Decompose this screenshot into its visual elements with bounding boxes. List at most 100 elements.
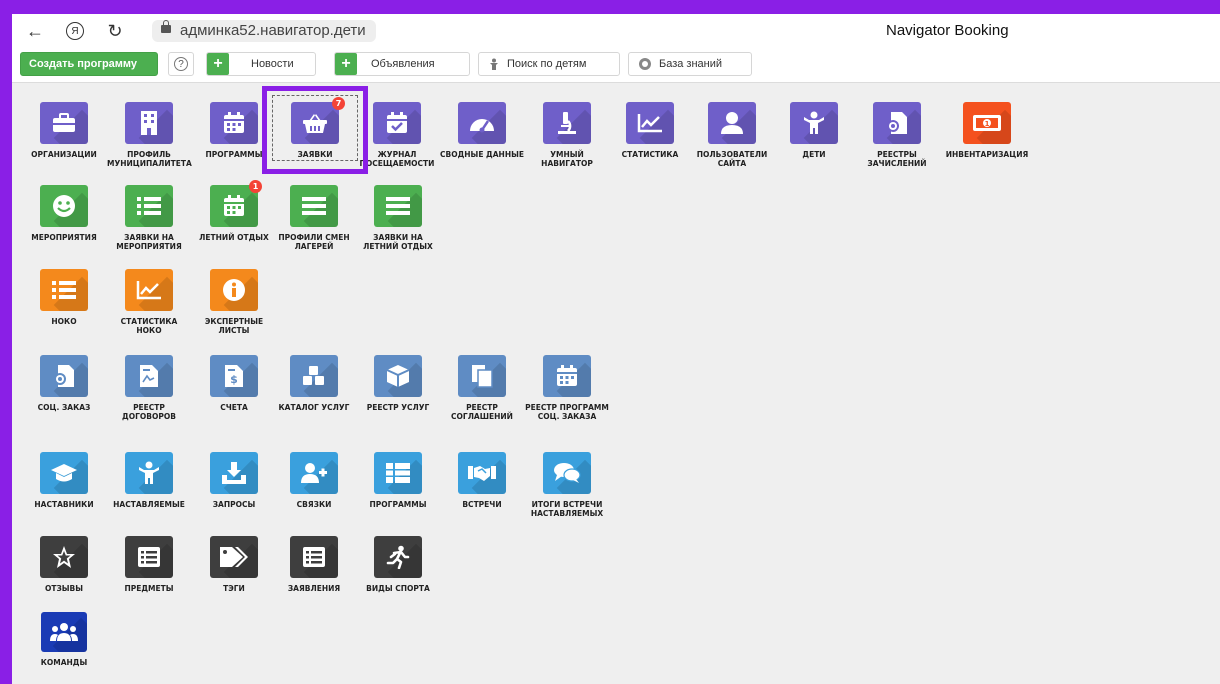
knowledge-base-button[interactable]: База знаний [628, 52, 752, 76]
tile-subjects[interactable]: ПРЕДМЕТЫ [107, 536, 191, 593]
tile-label: ЭКСПЕРТНЫЕ ЛИСТЫ [204, 317, 264, 335]
reload-button[interactable]: ↻ [102, 18, 128, 44]
tile-invoices[interactable]: $ СЧЕТА [192, 355, 276, 412]
tile-label: РЕЕСТР СОГЛАШЕНИЙ [451, 403, 513, 421]
microscope-icon [543, 102, 591, 144]
tile-summer-rest[interactable]: 1 ЛЕТНИЙ ОТДЫХ [192, 180, 276, 242]
document-icon [125, 355, 173, 397]
list-box-icon [290, 536, 338, 578]
back-button[interactable]: ← [22, 18, 48, 44]
tile-site-users[interactable]: ПОЛЬЗОВАТЕЛИ САЙТА [690, 102, 774, 168]
tile-statistics[interactable]: СТАТИСТИКА [608, 102, 692, 159]
certificate-icon [873, 102, 921, 144]
tile-sports[interactable]: ВИДЫ СПОРТА [356, 536, 440, 593]
user-icon [708, 102, 756, 144]
tile-reviews[interactable]: ОТЗЫВЫ [22, 536, 106, 593]
reload-icon: ↻ [107, 20, 123, 41]
tile-events[interactable]: МЕРОПРИЯТИЯ [22, 185, 106, 242]
tile-label: ПОЛЬЗОВАТЕЛИ САЙТА [696, 150, 768, 168]
tile-camp-profiles[interactable]: ПРОФИЛИ СМЕН ЛАГЕРЕЙ [272, 185, 356, 251]
ads-button[interactable]: + Объявления [334, 52, 470, 76]
info-icon [210, 269, 258, 311]
tile-applications[interactable]: ЗАЯВЛЕНИЯ [272, 536, 356, 593]
child-icon [125, 452, 173, 494]
tile-label: УМНЫЙ НАВИГАТОР [541, 150, 593, 168]
search-children-button[interactable]: Поиск по детям [478, 52, 620, 76]
help-button[interactable]: ? [168, 52, 194, 76]
tile-summary-data[interactable]: СВОДНЫЕ ДАННЫЕ [440, 102, 524, 159]
tile-label: ИНВЕНТАРИЗАЦИЯ [945, 150, 1029, 159]
tile-smart-navigator[interactable]: УМНЫЙ НАВИГАТОР [525, 102, 609, 168]
plus-icon: + [335, 53, 357, 75]
smiley-icon [40, 185, 88, 227]
copy-icon [458, 355, 506, 397]
tile-label: РЕЕСТРЫ ЗАЧИСЛЕНИЙ [867, 150, 927, 168]
address-text: админка52.навигатор.дети [180, 22, 366, 39]
tile-label: МЕРОПРИЯТИЯ [31, 233, 97, 242]
tile-service-catalog[interactable]: КАТАЛОГ УСЛУГ [272, 355, 356, 412]
list-box-icon [125, 536, 173, 578]
highlight-frame-left [0, 0, 12, 684]
back-arrow-icon: ← [26, 20, 44, 41]
tile-expert-sheets[interactable]: ЭКСПЕРТНЫЕ ЛИСТЫ [192, 269, 276, 335]
child-icon [489, 58, 499, 70]
tile-inventory[interactable]: 1 ИНВЕНТАРИЗАЦИЯ [942, 102, 1032, 159]
tile-queries[interactable]: ЗАПРОСЫ [192, 452, 276, 509]
users-group-icon [41, 612, 87, 652]
tile-label: ПРЕДМЕТЫ [124, 584, 174, 593]
handshake-icon [458, 452, 506, 494]
browser-bar: ← Я ↻ админка52.навигатор.дети Navigator… [12, 14, 1220, 48]
tile-event-requests[interactable]: ЗАЯВКИ НА МЕРОПРИЯТИЯ [107, 185, 191, 251]
create-program-label: Создать программу [29, 58, 138, 70]
tile-label: ПРОФИЛИ СМЕН ЛАГЕРЕЙ [278, 233, 350, 251]
focus-outline [272, 95, 358, 161]
tile-label: КОМАНДЫ [40, 658, 88, 667]
svg-text:$: $ [230, 373, 238, 386]
tile-label: ДЕТИ [802, 150, 826, 159]
money-icon: 1 [963, 102, 1011, 144]
running-icon [374, 536, 422, 578]
briefcase-icon [40, 102, 88, 144]
gauge-icon [458, 102, 506, 144]
yandex-letter: Я [71, 25, 79, 37]
tile-label: РЕЕСТР ПРОГРАММ СОЦ. ЗАКАЗА [525, 403, 609, 421]
tile-noko-statistics[interactable]: СТАТИСТИКА НОКО [107, 269, 191, 335]
tile-enrollment-registries[interactable]: РЕЕСТРЫ ЗАЧИСЛЕНИЙ [855, 102, 939, 168]
search-children-label: Поиск по детям [507, 58, 587, 70]
tile-mentees[interactable]: НАСТАВЛЯЕМЫЕ [107, 452, 191, 509]
tile-meeting-results[interactable]: ИТОГИ ВСТРЕЧИ НАСТАВЛЯЕМЫХ [525, 452, 609, 518]
tile-label: ЗАЯВКИ НА МЕРОПРИЯТИЯ [116, 233, 182, 251]
tile-label: НОКО [51, 317, 77, 326]
tile-contracts-registry[interactable]: РЕЕСТР ДОГОВОРОВ [107, 355, 191, 421]
tile-noko[interactable]: НОКО [22, 269, 106, 326]
tile-social-order[interactable]: СОЦ. ЗАКАЗ [22, 355, 106, 412]
tile-municipality-profile[interactable]: ПРОФИЛЬ МУНИЦИПАЛИТЕТА [107, 102, 192, 168]
tile-label: ЗАПРОСЫ [212, 500, 256, 509]
tile-tags[interactable]: ТЭГИ [192, 536, 276, 593]
news-button[interactable]: + Новости [206, 52, 316, 76]
summer-count-badge: 1 [249, 180, 262, 193]
tile-service-registry[interactable]: РЕЕСТР УСЛУГ [356, 355, 440, 412]
tile-links[interactable]: СВЯЗКИ [272, 452, 356, 509]
tile-label: ПРОГРАММЫ [369, 500, 427, 509]
tile-agreements-registry[interactable]: РЕЕСТР СОГЛАШЕНИЙ [440, 355, 524, 421]
tile-label: КАТАЛОГ УСЛУГ [278, 403, 350, 412]
help-icon: ? [174, 57, 188, 71]
tile-social-programs-registry[interactable]: РЕЕСТР ПРОГРАММ СОЦ. ЗАКАЗА [525, 355, 609, 421]
yandex-icon: Я [66, 22, 84, 40]
create-program-button[interactable]: Создать программу [20, 52, 158, 76]
tile-mentor-programs[interactable]: ПРОГРАММЫ [356, 452, 440, 509]
address-bar[interactable]: админка52.навигатор.дети [152, 20, 376, 42]
tile-summer-requests[interactable]: ЗАЯВКИ НА ЛЕТНИЙ ОТДЫХ [356, 185, 440, 251]
tile-children[interactable]: ДЕТИ [772, 102, 856, 159]
tile-teams[interactable]: КОМАНДЫ [22, 612, 106, 667]
tile-label: НАСТАВЛЯЕМЫЕ [113, 500, 185, 509]
tile-meetings[interactable]: ВСТРЕЧИ [440, 452, 524, 509]
building-icon [125, 102, 173, 144]
tile-label: СЧЕТА [220, 403, 248, 412]
tile-label: ОТЗЫВЫ [44, 584, 84, 593]
tile-organizations[interactable]: ОРГАНИЗАЦИИ [22, 102, 106, 159]
tile-mentors[interactable]: НАСТАВНИКИ [22, 452, 106, 509]
yandex-button[interactable]: Я [62, 18, 88, 44]
certificate-icon [40, 355, 88, 397]
